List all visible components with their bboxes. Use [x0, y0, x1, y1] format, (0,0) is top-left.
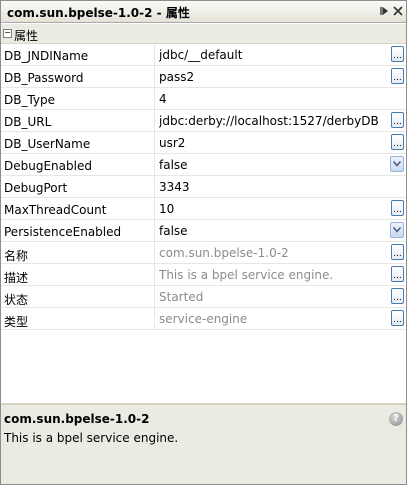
column-divider[interactable]: [154, 44, 155, 65]
pin-icon[interactable]: [378, 5, 390, 17]
property-row[interactable]: DebugPort 3343: [1, 176, 406, 198]
property-value[interactable]: pass2: [159, 70, 387, 84]
section-label: 属性: [14, 29, 39, 43]
custom-editor-button[interactable]: ...: [391, 266, 404, 282]
property-name: 状态: [4, 293, 29, 307]
column-divider[interactable]: [154, 242, 155, 263]
property-name: MaxThreadCount: [4, 203, 107, 217]
help-icon[interactable]: ?: [389, 412, 403, 426]
property-name: DB_Password: [4, 71, 84, 85]
property-row[interactable]: DB_URL jdbc:derby://localhost:1527/derbyD…: [1, 110, 406, 132]
property-row[interactable]: DB_JNDIName jdbc/__default...: [1, 44, 406, 66]
property-row[interactable]: DB_Type 4: [1, 88, 406, 110]
column-divider[interactable]: [154, 308, 155, 329]
close-icon[interactable]: [392, 5, 404, 17]
property-value[interactable]: 3343: [159, 180, 387, 194]
property-name: PersistenceEnabled: [4, 225, 122, 239]
property-name: DB_URL: [4, 115, 52, 129]
section-header[interactable]: − 属性: [1, 24, 406, 44]
column-divider[interactable]: [154, 132, 155, 153]
property-value[interactable]: 10: [159, 202, 387, 216]
custom-editor-button[interactable]: ...: [391, 68, 404, 84]
property-name: 类型: [4, 315, 29, 329]
property-name: DB_Type: [4, 93, 56, 107]
window-title: com.sun.bpelse-1.0-2 - 属性: [7, 6, 190, 20]
property-row[interactable]: DB_UserName usr2...: [1, 132, 406, 154]
chevron-down-icon[interactable]: [390, 156, 404, 172]
column-divider[interactable]: [154, 154, 155, 175]
property-name: DB_UserName: [4, 137, 91, 151]
custom-editor-button[interactable]: ...: [391, 288, 404, 304]
property-row[interactable]: DB_Password pass2...: [1, 66, 406, 88]
property-value[interactable]: usr2: [159, 136, 387, 150]
column-divider[interactable]: [154, 286, 155, 307]
property-value: service-engine: [159, 312, 248, 326]
title-bar[interactable]: com.sun.bpelse-1.0-2 - 属性: [1, 1, 406, 23]
property-value[interactable]: false: [159, 224, 387, 238]
property-row[interactable]: 名称 com.sun.bpelse-1.0-2...: [1, 242, 406, 264]
column-divider[interactable]: [154, 264, 155, 285]
custom-editor-button[interactable]: ...: [391, 244, 404, 260]
column-divider[interactable]: [154, 88, 155, 109]
custom-editor-button[interactable]: ...: [391, 134, 404, 150]
property-row[interactable]: MaxThreadCount 10...: [1, 198, 406, 220]
custom-editor-button[interactable]: ...: [391, 112, 404, 128]
description-text: This is a bpel service engine.: [4, 431, 179, 445]
collapse-toggle[interactable]: −: [3, 29, 12, 38]
property-value[interactable]: false: [159, 158, 387, 172]
property-row[interactable]: 状态 Started...: [1, 286, 406, 308]
description-title: com.sun.bpelse-1.0-2: [4, 412, 150, 426]
custom-editor-button[interactable]: ...: [391, 46, 404, 62]
property-row[interactable]: PersistenceEnabled false: [1, 220, 406, 242]
custom-editor-button[interactable]: ...: [391, 200, 404, 216]
property-value[interactable]: 4: [159, 92, 387, 106]
column-divider[interactable]: [154, 198, 155, 219]
property-row[interactable]: DebugEnabled false: [1, 154, 406, 176]
property-value: com.sun.bpelse-1.0-2: [159, 246, 289, 260]
column-divider[interactable]: [154, 110, 155, 131]
property-name: DebugPort: [4, 181, 68, 195]
column-divider[interactable]: [154, 220, 155, 241]
property-row[interactable]: 类型 service-engine...: [1, 308, 406, 330]
description-panel: com.sun.bpelse-1.0-2 This is a bpel serv…: [1, 403, 406, 484]
properties-window: com.sun.bpelse-1.0-2 - 属性 − 属性 DB_JNDINa…: [0, 0, 407, 485]
property-name: DB_JNDIName: [4, 49, 89, 63]
property-name: 名称: [4, 249, 29, 263]
property-name: DebugEnabled: [4, 159, 92, 173]
property-value[interactable]: jdbc:derby://localhost:1527/derbyDB: [159, 114, 387, 128]
property-value[interactable]: jdbc/__default: [159, 48, 387, 62]
property-name: 描述: [4, 271, 29, 285]
column-divider[interactable]: [154, 66, 155, 87]
custom-editor-button[interactable]: ...: [391, 310, 404, 326]
property-grid: DB_JNDIName jdbc/__default... DB_Password p…: [1, 44, 406, 330]
property-value: This is a bpel service engine.: [159, 268, 334, 282]
column-divider[interactable]: [154, 176, 155, 197]
chevron-down-icon[interactable]: [390, 222, 404, 238]
property-value: Started: [159, 290, 204, 304]
property-row[interactable]: 描述 This is a bpel service engine....: [1, 264, 406, 286]
